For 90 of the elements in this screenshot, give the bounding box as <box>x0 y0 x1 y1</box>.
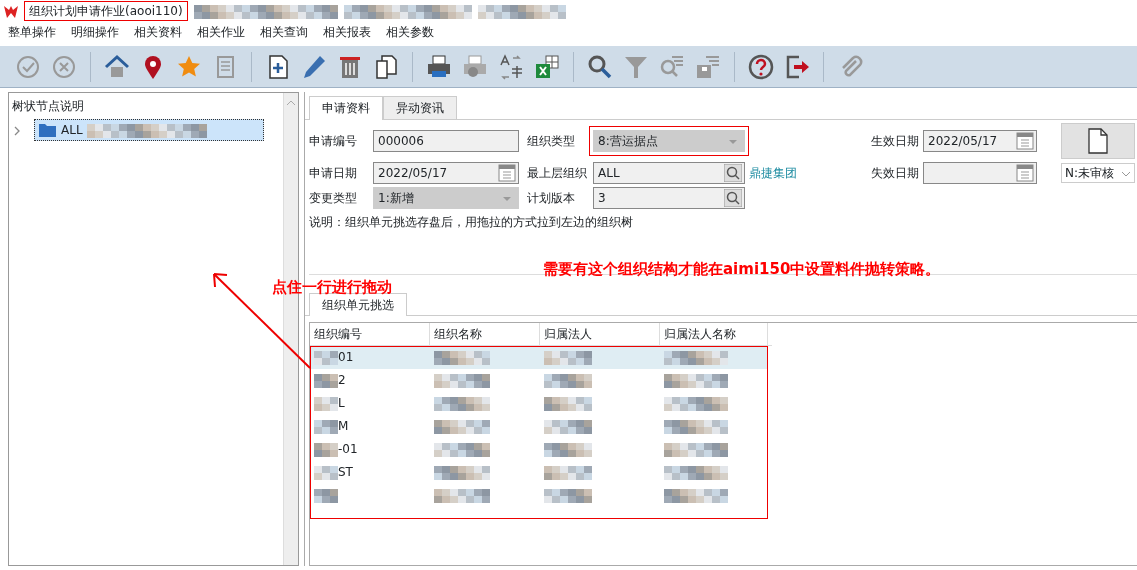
table-row[interactable]: -01 <box>310 438 768 461</box>
menu-item[interactable]: 相关参数 <box>386 24 434 42</box>
menu-item[interactable]: 相关作业 <box>197 24 245 42</box>
table-cell: ST <box>338 465 353 479</box>
pixelated-text-drawing <box>314 419 338 434</box>
pixelated-text-drawing <box>314 465 338 480</box>
field-label: 失效日期 <box>870 165 920 182</box>
table-cell: 01 <box>338 350 354 364</box>
table-cell: 2 <box>338 373 346 387</box>
folder-icon <box>39 123 57 137</box>
table-cell: -01 <box>338 442 358 456</box>
menu-item[interactable]: 相关报表 <box>323 24 371 42</box>
input-field[interactable]: ALL <box>593 162 745 184</box>
pixelated-text-drawing <box>434 442 490 457</box>
field-label: 计划版本 <box>527 190 576 207</box>
spreadsheet-icon[interactable] <box>533 52 561 81</box>
pixelated-text-drawing <box>434 350 490 365</box>
status-dropdown[interactable]: N:未审核 <box>1061 163 1135 183</box>
field-label: 变更类型 <box>309 190 358 207</box>
search-icon[interactable] <box>724 164 742 182</box>
document-icon <box>1088 128 1108 154</box>
help-icon[interactable] <box>747 52 775 81</box>
pixelated-text-drawing <box>434 419 490 434</box>
menu-item[interactable]: 相关查询 <box>260 24 308 42</box>
field-label: 申请编号 <box>309 133 358 150</box>
column-header[interactable]: 组织名称 <box>430 323 540 345</box>
pixelated-text-drawing <box>544 465 592 480</box>
description-text: 说明：组织单元挑选存盘后，用拖拉的方式拉到左边的组织树 <box>308 214 634 231</box>
chevron-down-icon[interactable] <box>1121 169 1131 178</box>
document-button[interactable] <box>1061 123 1135 159</box>
expand-icon[interactable] <box>12 125 22 136</box>
pixelated-text-drawing <box>544 350 592 365</box>
menu-item[interactable]: 明细操作 <box>71 24 119 42</box>
pixelated-text-drawing <box>664 350 728 365</box>
pixelated-text-drawing <box>434 373 490 388</box>
search-icon[interactable] <box>724 189 742 207</box>
pixelated-text-drawing <box>544 373 592 388</box>
tab[interactable]: 申请资料 <box>309 96 383 120</box>
table-row[interactable]: L <box>310 392 768 415</box>
tree-node[interactable]: ALL <box>34 119 264 141</box>
input-field[interactable]: 3 <box>593 187 745 209</box>
field-label: 申请日期 <box>309 165 358 182</box>
pixelated-text-drawing <box>544 419 592 434</box>
pixelated-text-drawing <box>434 465 490 480</box>
pixelated-text-drawing <box>434 488 490 503</box>
window-title: 组织计划申请作业(aooi110) <box>24 1 188 21</box>
annotation-text: 点住一行进行拖动 <box>272 278 392 296</box>
calendar-icon[interactable] <box>1016 132 1034 150</box>
menu-item[interactable]: 相关资料 <box>134 24 182 42</box>
field-label: 最上层组织 <box>527 165 588 182</box>
input-field[interactable] <box>923 162 1037 184</box>
pixelated-text-drawing <box>314 442 338 457</box>
field-label: 组织类型 <box>527 133 576 150</box>
pixelated-text-drawing <box>664 465 728 480</box>
table-row[interactable]: ST <box>310 461 768 484</box>
tab[interactable]: 异动资讯 <box>383 96 457 119</box>
org-link[interactable]: 鼎捷集团 <box>745 166 797 180</box>
translate-icon[interactable] <box>497 52 525 81</box>
menu-item[interactable]: 整单操作 <box>8 24 56 42</box>
table-cell: L <box>338 396 345 410</box>
pixelated-text-drawing <box>664 488 728 503</box>
pixelated-text-drawing <box>544 488 592 503</box>
annotation-text: 需要有这个组织结构才能在aimi150中设置料件抛转策略。 <box>543 259 941 280</box>
table-row[interactable]: 01 <box>310 346 768 369</box>
table-row[interactable]: M <box>310 415 768 438</box>
column-header[interactable]: 归属法人 <box>540 323 660 345</box>
calendar-icon[interactable] <box>1016 164 1034 182</box>
column-header[interactable]: 组织编号 <box>310 323 430 345</box>
calendar-icon[interactable] <box>498 164 516 182</box>
input-field[interactable]: 000006 <box>373 130 519 152</box>
table-cell: M <box>338 419 349 433</box>
pixelated-text-drawing <box>314 396 338 411</box>
pixelated-text-drawing <box>544 396 592 411</box>
input-field[interactable]: 2022/05/17 <box>373 162 519 184</box>
pixelated-text-drawing <box>664 419 728 434</box>
pixelated-text-drawing <box>314 350 338 365</box>
dropdown[interactable]: 1:新增 <box>373 187 519 209</box>
pixelated-text-drawing <box>544 442 592 457</box>
pixelated-text-drawing <box>664 373 728 388</box>
input-field[interactable]: 2022/05/17 <box>923 130 1037 152</box>
pixelated-text-drawing <box>314 488 338 503</box>
field-label: 生效日期 <box>870 133 920 150</box>
pixelated-text-drawing <box>314 373 338 388</box>
pixelated-text-drawing <box>664 396 728 411</box>
pixelated-text-drawing <box>664 442 728 457</box>
table-row[interactable]: 2 <box>310 369 768 392</box>
tree-header: 树状节点说明 <box>12 98 85 115</box>
logo-icon <box>4 5 18 18</box>
column-header[interactable]: 归属法人名称 <box>660 323 768 345</box>
pixelated-text-drawing <box>434 396 490 411</box>
